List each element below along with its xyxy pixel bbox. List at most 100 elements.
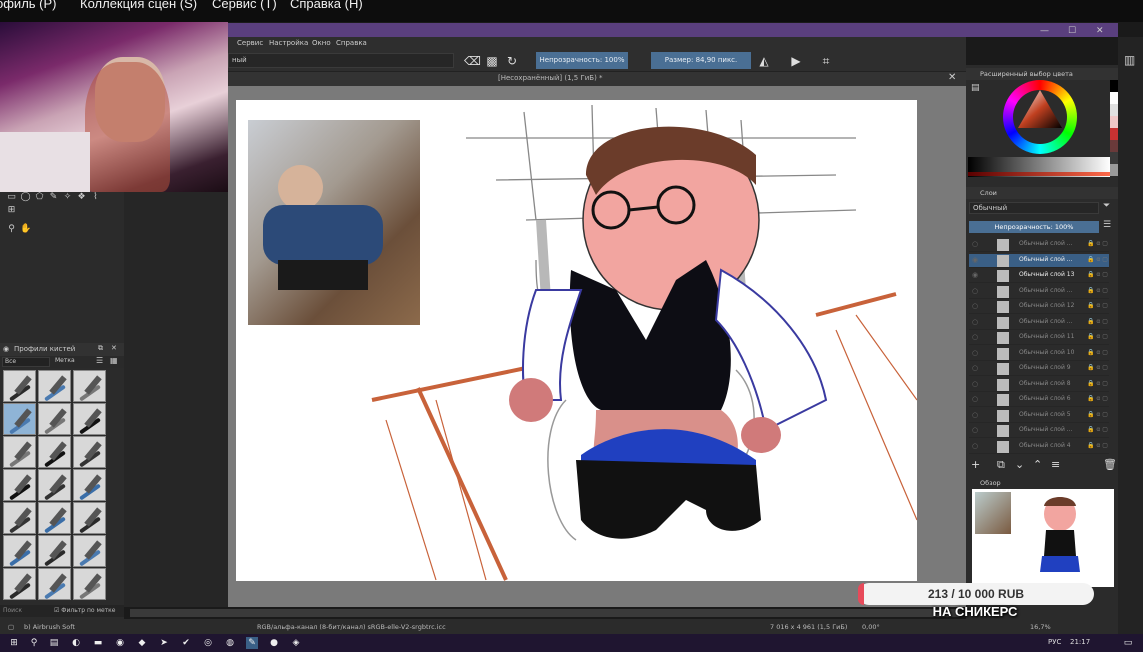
palette-swatches[interactable] [1110, 80, 1118, 176]
brush-preset[interactable] [73, 403, 106, 435]
brush-preset[interactable] [3, 502, 36, 534]
search-icon[interactable]: ⚲ [28, 637, 40, 649]
pan-hand-icon[interactable]: ✋ [20, 224, 31, 235]
layer-lock-icons[interactable]: 🔒 α ▢ [1087, 256, 1108, 263]
palette-swatch[interactable] [1110, 116, 1118, 128]
filter-icon[interactable]: ⏷ [1103, 201, 1110, 211]
zoom-value[interactable]: 16,7% [1030, 623, 1051, 631]
grid-view-icon[interactable]: ▦ [110, 356, 118, 365]
select-polygon-icon[interactable]: ⬠ [34, 192, 45, 203]
brush-preset[interactable] [38, 469, 71, 501]
visibility-eye-icon[interactable]: ○ [972, 380, 978, 388]
delete-layer-icon[interactable]: 🗑 [1103, 458, 1117, 471]
palette-swatch[interactable] [1110, 152, 1118, 164]
layer-lock-icons[interactable]: 🔒 α ▢ [1087, 395, 1108, 402]
minimize-button[interactable]: — [1040, 26, 1049, 36]
visibility-eye-icon[interactable]: ○ [972, 364, 978, 372]
telegram-icon[interactable]: ➤ [158, 637, 170, 649]
visibility-eye-icon[interactable]: ○ [972, 287, 978, 295]
visibility-eye-icon[interactable]: ◉ [972, 256, 978, 264]
brush-preset[interactable] [38, 568, 71, 600]
select-similar-icon[interactable]: ❖ [76, 192, 87, 203]
brush-preset[interactable] [38, 436, 71, 468]
palette-swatch[interactable] [1110, 92, 1118, 104]
duplicate-layer-icon[interactable]: ⧉ [997, 458, 1005, 472]
input-language[interactable]: РУС [1048, 638, 1061, 646]
brush-preset[interactable] [38, 535, 71, 567]
layer-properties-icon[interactable]: ≡ [1051, 458, 1060, 471]
layer-lock-icons[interactable]: 🔒 α ▢ [1087, 380, 1108, 387]
palette-swatch[interactable] [1110, 104, 1118, 116]
layer-row[interactable]: ○ Обычный слой 6 🔒 α ▢ [969, 393, 1109, 407]
obs-icon[interactable]: ◎ [202, 637, 214, 649]
layer-lock-icons[interactable]: 🔒 α ▢ [1087, 333, 1108, 340]
size-slider[interactable]: Размер: 84,90 пикс. [651, 52, 751, 69]
layer-lock-icons[interactable]: 🔒 α ▢ [1087, 302, 1108, 309]
select-ellipse-icon[interactable]: ◯ [20, 192, 31, 203]
eraser-icon[interactable]: ⌫ [464, 53, 481, 69]
visibility-eye-icon[interactable]: ○ [972, 395, 978, 403]
close-button[interactable]: ✕ [1096, 26, 1104, 36]
zoom-icon[interactable]: ⚲ [6, 224, 17, 235]
float-panel-icon[interactable]: ⧉ [98, 344, 103, 353]
alpha-lock-icon[interactable]: ▩ [484, 53, 500, 69]
discord-icon[interactable]: ◆ [136, 637, 148, 649]
layout-icon[interactable]: ▥ [1124, 53, 1135, 67]
rotation-value[interactable]: 0,00° [862, 623, 880, 631]
layer-menu-icon[interactable]: ☰ [1103, 220, 1111, 230]
select-magnetic-icon[interactable]: ⊞ [6, 205, 17, 216]
palette-swatch[interactable] [1110, 140, 1118, 152]
menu-item-service[interactable]: Сервис [237, 39, 263, 47]
mirror-vertical-icon[interactable]: ▶ [788, 53, 804, 69]
layer-lock-icons[interactable]: 🔒 α ▢ [1087, 364, 1108, 371]
browser-icon[interactable]: ◍ [224, 637, 236, 649]
brush-preset[interactable] [38, 403, 71, 435]
brush-selector-icon[interactable]: ▢ [8, 623, 14, 631]
menu-scene-collection[interactable]: Коллекция сцен (S) [80, 0, 197, 11]
visibility-eye-icon[interactable]: ◉ [972, 271, 978, 279]
brush-preset[interactable] [3, 568, 36, 600]
menu-service[interactable]: Сервис (T) [212, 0, 277, 11]
layer-row[interactable]: ○ Обычный слой 8 🔒 α ▢ [969, 378, 1109, 392]
color-hue-strip[interactable] [968, 172, 1110, 176]
color-settings-icon[interactable]: ▤ [971, 83, 980, 93]
edge-browser-icon[interactable]: ◐ [70, 637, 82, 649]
palette-swatch[interactable] [1110, 80, 1118, 92]
visibility-eye-icon[interactable]: ○ [972, 333, 978, 341]
brush-preset[interactable] [73, 568, 106, 600]
brush-preset[interactable] [73, 502, 106, 534]
layer-lock-icons[interactable]: 🔒 α ▢ [1087, 318, 1108, 325]
visibility-eye-icon[interactable]: ○ [972, 240, 978, 248]
mirror-horizontal-icon[interactable]: ◭ [756, 53, 772, 69]
menu-help[interactable]: Справка (H) [290, 0, 363, 11]
brush-search-input[interactable]: Поиск [3, 607, 22, 614]
layer-row[interactable]: ○ Обычный слой 9 🔒 α ▢ [969, 362, 1109, 376]
visibility-eye-icon[interactable]: ○ [972, 318, 978, 326]
layer-lock-icons[interactable]: 🔒 α ▢ [1087, 411, 1108, 418]
menu-item-window[interactable]: Окно [312, 39, 331, 47]
layer-row[interactable]: ◉ Обычный слой ... 🔒 α ▢ [969, 253, 1109, 268]
steam-icon[interactable]: ● [268, 637, 280, 649]
horizontal-scrollbar[interactable] [130, 609, 960, 617]
maximize-button[interactable]: ☐ [1068, 26, 1076, 36]
move-down-icon[interactable]: ⌄ [1015, 458, 1024, 471]
opacity-slider[interactable]: Непрозрачность: 100% [536, 52, 628, 69]
layer-row[interactable]: ○ Обычный слой ... 🔒 α ▢ [969, 316, 1109, 330]
task-view-icon[interactable]: ▤ [48, 637, 60, 649]
brush-preset[interactable] [38, 502, 71, 534]
notifications-icon[interactable]: ▭ [1122, 637, 1134, 649]
close-document-icon[interactable]: ✕ [948, 72, 956, 83]
brush-preset[interactable] [3, 370, 36, 402]
layer-lock-icons[interactable]: 🔒 α ▢ [1087, 442, 1108, 449]
palette-swatch[interactable] [1110, 164, 1118, 176]
visibility-eye-icon[interactable]: ○ [972, 302, 978, 310]
brush-preset[interactable] [73, 436, 106, 468]
chrome-icon[interactable]: ◉ [114, 637, 126, 649]
layer-row[interactable]: ○ Обычный слой ... 🔒 α ▢ [969, 285, 1109, 299]
brush-preset[interactable] [3, 535, 36, 567]
filter-by-tag-checkbox[interactable]: ☑ Фильтр по метке [54, 607, 115, 614]
list-view-icon[interactable]: ☰ [96, 356, 103, 365]
brush-preset[interactable] [3, 469, 36, 501]
layer-row[interactable]: ○ Обычный слой 4 🔒 α ▢ [969, 440, 1109, 454]
select-contiguous-icon[interactable]: ✧ [62, 192, 73, 203]
